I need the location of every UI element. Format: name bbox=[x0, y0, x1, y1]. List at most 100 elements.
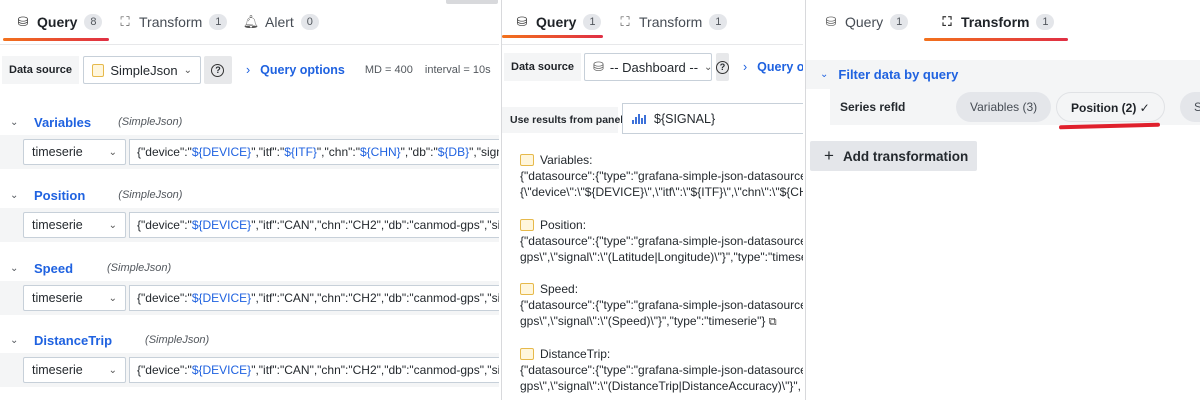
query-refid[interactable]: DistanceTrip bbox=[34, 333, 112, 348]
query-type-select[interactable]: timeserie ⌄ bbox=[23, 212, 126, 238]
chevron-down-icon[interactable]: ⌄ bbox=[820, 69, 828, 80]
chevron-down-icon: ⌄ bbox=[108, 364, 117, 376]
help-button[interactable]: ? bbox=[203, 56, 232, 84]
help-button[interactable]: ? bbox=[715, 53, 729, 81]
target-text: ","chn":" bbox=[316, 145, 360, 159]
query-datasource-name: (SimpleJson) bbox=[118, 116, 183, 128]
max-data-points: MD = 400 bbox=[364, 64, 413, 76]
tab-counter: 0 bbox=[300, 14, 319, 30]
target-text: ","itf":" bbox=[251, 145, 285, 159]
query-target-input[interactable]: {"device":" ${DEVICE} ","itf":"CAN","chn":… bbox=[129, 285, 499, 311]
database-icon: ⛁ bbox=[516, 14, 528, 29]
query-datasource-name: (SimpleJson) bbox=[118, 189, 183, 201]
add-transformation-label: Add transformation bbox=[842, 148, 969, 164]
chevron-down-icon: ⌄ bbox=[704, 61, 713, 73]
chevron-down-icon[interactable]: ⌄ bbox=[10, 117, 24, 128]
tab-counter: 8 bbox=[84, 14, 103, 30]
series-pill-speed[interactable]: Spe bbox=[1180, 92, 1200, 122]
target-text: {"device":" bbox=[137, 291, 192, 305]
result-query-json: gps\",\"signal\":\"(Latitude|Longitude)\… bbox=[520, 250, 803, 264]
target-variable: ${DEVICE} bbox=[191, 291, 252, 305]
tab-label: Query bbox=[37, 14, 78, 30]
query-row-header[interactable]: ⌄ DistanceTrip (SimpleJson) bbox=[0, 328, 499, 352]
result-query-json: gps\",\"signal\":\"(DistanceTrip|Distanc… bbox=[520, 379, 801, 393]
transformation-header[interactable]: ⌄ Filter data by query bbox=[806, 60, 1200, 89]
add-transformation-button[interactable]: + Add transformation bbox=[810, 141, 977, 171]
simplejson-icon bbox=[520, 154, 534, 166]
query-row-header[interactable]: ⌄ Position (SimpleJson) bbox=[0, 183, 499, 207]
series-pill-variables[interactable]: Variables (3) bbox=[956, 92, 1052, 122]
simplejson-icon bbox=[520, 348, 534, 360]
transform-icon: ⛶ bbox=[620, 14, 630, 29]
chevron-down-icon[interactable]: ⌄ bbox=[10, 263, 24, 274]
query-row-header[interactable]: ⌄ Speed (SimpleJson) bbox=[0, 256, 499, 280]
transformation-title: Filter data by query bbox=[838, 67, 959, 82]
min-interval: interval = 10s bbox=[424, 64, 491, 76]
tab-label: Query bbox=[845, 14, 884, 30]
series-refid-row: Series refId Variables (3) Position (2) … bbox=[830, 89, 1200, 125]
query-refid[interactable]: Speed bbox=[34, 261, 73, 276]
divider bbox=[502, 44, 803, 45]
use-results-value: ${SIGNAL} bbox=[654, 111, 716, 126]
tab-transform[interactable]: ⛶ Transform 1 bbox=[618, 0, 728, 44]
target-variable: ${DEVICE} bbox=[191, 363, 252, 377]
query-refid[interactable]: Variables bbox=[34, 115, 91, 130]
chevron-down-icon[interactable]: ⌄ bbox=[10, 190, 24, 201]
result-query-json: {"datasource":{"type":"grafana-simple-js… bbox=[520, 363, 803, 377]
tab-bar: ⛁ Query 1 ⛶ Transform 1 bbox=[806, 0, 1200, 44]
query-editor-panel-1: ⛁ Query 8 ⛶ Transform 1 🔔︎ Alert 0 Data … bbox=[0, 0, 499, 400]
series-pill-position[interactable]: Position (2) ✓ bbox=[1056, 92, 1165, 122]
query-target-input[interactable]: {"device":" ${DEVICE} ","itf":"CAN","chn":… bbox=[129, 212, 499, 238]
datasource-label: Data source bbox=[504, 53, 581, 81]
datasource-row: Data source SimpleJson ⌄ ? › Query option… bbox=[2, 56, 499, 84]
external-link-icon[interactable]: ⧉ bbox=[769, 316, 777, 328]
active-tab-indicator bbox=[502, 35, 603, 38]
query-type-select[interactable]: timeserie ⌄ bbox=[23, 285, 126, 311]
use-results-label: Use results from panel bbox=[502, 107, 623, 133]
query-type-value: timeserie bbox=[32, 363, 83, 377]
result-query-name: Speed: bbox=[540, 282, 579, 296]
tab-query[interactable]: ⛁ Query 1 bbox=[824, 0, 909, 44]
active-tab-indicator bbox=[3, 38, 109, 41]
tab-counter: 1 bbox=[1036, 14, 1055, 30]
tab-transform[interactable]: ⛶ Transform 1 bbox=[118, 0, 228, 44]
datasource-value: SimpleJson bbox=[110, 62, 178, 78]
query-row-body: timeserie ⌄ {"device":" ${DEVICE} ","itf":… bbox=[0, 281, 499, 315]
chevron-down-icon: ⌄ bbox=[108, 219, 117, 231]
chevron-right-icon: › bbox=[742, 60, 748, 74]
use-results-panel-picker[interactable]: ${SIGNAL} bbox=[622, 103, 803, 134]
query-type-value: timeserie bbox=[32, 218, 83, 232]
active-tab-indicator bbox=[924, 38, 1068, 41]
tab-alert[interactable]: 🔔︎ Alert 0 bbox=[243, 0, 319, 44]
database-icon: ⛁ bbox=[825, 14, 837, 29]
query-datasource-name: (SimpleJson) bbox=[145, 334, 210, 346]
plus-icon: + bbox=[824, 146, 834, 165]
transform-icon: ⛶ bbox=[942, 14, 952, 29]
result-query-item: Variables: {"datasource":{"type":"grafan… bbox=[520, 152, 803, 200]
query-row-header[interactable]: ⌄ Variables (SimpleJson) bbox=[0, 110, 499, 134]
datasource-picker[interactable]: ⛁ -- Dashboard -- ⌄ bbox=[583, 53, 713, 81]
datasource-picker[interactable]: SimpleJson ⌄ bbox=[82, 56, 201, 84]
query-type-select[interactable]: timeserie ⌄ bbox=[23, 139, 126, 165]
target-text: ","db":" bbox=[400, 145, 438, 159]
query-editor-panel-2: ⛁ Query 1 ⛶ Transform 1 Data source ⛁ --… bbox=[501, 0, 803, 400]
transform-editor-panel: ⛁ Query 1 ⛶ Transform 1 ⌄ Filter data by… bbox=[805, 0, 1200, 400]
query-type-select[interactable]: timeserie ⌄ bbox=[23, 357, 126, 383]
query-refid[interactable]: Position bbox=[34, 188, 85, 203]
target-variable: ${CHN} bbox=[359, 145, 401, 159]
target-text: {"device":" bbox=[137, 218, 192, 232]
query-target-input[interactable]: {"device":" ${DEVICE} ","itf":" ${ITF} ","ch… bbox=[129, 139, 499, 165]
result-query-name: DistanceTrip: bbox=[540, 347, 611, 361]
target-text: ","itf":"CAN","chn":"CH2","db":"canmod-g… bbox=[251, 363, 499, 377]
query-target-input[interactable]: {"device":" ${DEVICE} ","itf":"CAN","chn":… bbox=[129, 357, 499, 383]
chevron-down-icon[interactable]: ⌄ bbox=[10, 335, 24, 346]
query-options-button[interactable]: › Query options bbox=[246, 63, 345, 77]
result-query-json: {\"device\":\"${DEVICE}\",\"itf\":\"${IT… bbox=[520, 185, 803, 199]
query-options-button[interactable]: › Query o bbox=[743, 60, 803, 74]
target-text: ","itf":"CAN","chn":"CH2","db":"canmod-g… bbox=[251, 291, 499, 305]
query-options-label: Query options bbox=[260, 63, 345, 77]
simplejson-icon bbox=[520, 283, 534, 295]
chevron-down-icon: ⌄ bbox=[108, 292, 117, 304]
tab-counter: 1 bbox=[583, 14, 602, 30]
query-type-value: timeserie bbox=[32, 145, 83, 159]
